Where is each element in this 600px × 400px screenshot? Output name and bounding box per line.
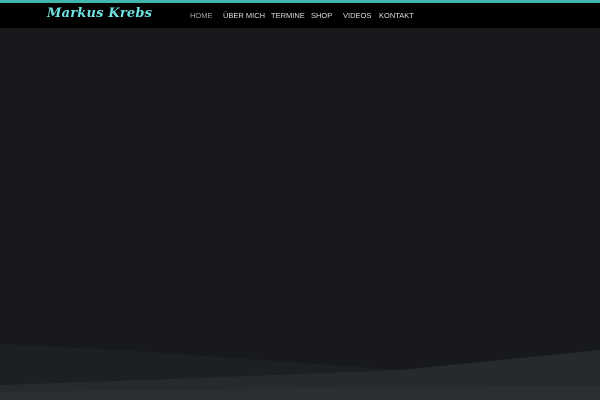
page: Markus Krebs HOME ÜBER MICH TERMINE SHOP… xyxy=(0,0,600,400)
hero-bottom-hills xyxy=(0,344,600,400)
